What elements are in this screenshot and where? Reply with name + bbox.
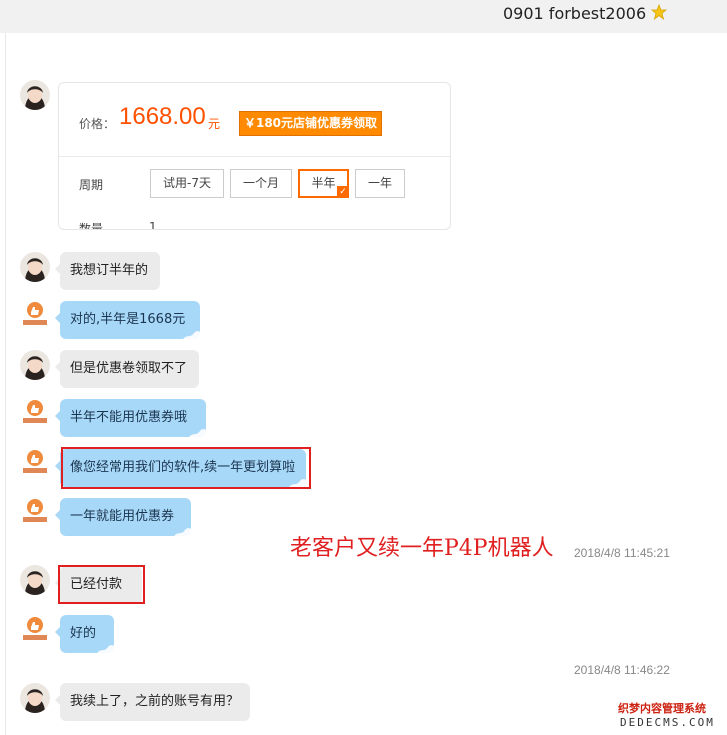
price-unit: 元 <box>208 117 221 131</box>
coupon-button[interactable]: ￥180元店铺优惠券领取 <box>239 111 382 136</box>
highlight-box <box>61 447 311 489</box>
message-bubble: 半年不能用优惠券哦 <box>55 399 208 439</box>
price-value: 1668.00 <box>119 103 206 130</box>
face-icon <box>20 683 50 713</box>
face-icon <box>20 80 50 110</box>
message-bubble: 我续上了，之前的账号有用？ <box>55 683 250 721</box>
message-bubble: 一年就能用优惠券 <box>55 498 193 538</box>
timestamp: 2018/4/8 11:45:21 <box>574 546 670 560</box>
thumbs-up-logo-icon <box>23 499 47 522</box>
thumbs-up-logo-icon <box>23 450 47 473</box>
message-bubble: 但是优惠卷领取不了 <box>55 350 199 388</box>
highlight-box <box>58 565 145 604</box>
price-label: 价格： <box>79 117 116 131</box>
thumbs-up-logo-icon <box>23 302 47 325</box>
message-bubble: 对的,半年是1668元 <box>55 301 202 341</box>
customer-avatar[interactable] <box>20 683 50 713</box>
message-text: 但是优惠卷领取不了 <box>70 361 188 376</box>
period-option-trial[interactable]: 试用-7天 <box>150 169 224 198</box>
top-bar: 0901 forbest2006 <box>0 0 727 33</box>
period-option-half-year-label: 半年 <box>311 176 336 190</box>
message-bubble: 我想订半年的 <box>55 252 160 290</box>
message-bubble: 好的 <box>55 615 116 655</box>
message-text: 半年不能用优惠券哦 <box>70 410 188 425</box>
customer-avatar[interactable] <box>20 80 50 110</box>
seller-avatar[interactable] <box>20 300 50 330</box>
contact-name[interactable]: 0901 forbest2006 <box>503 4 646 23</box>
face-icon <box>20 565 50 595</box>
timestamp: 2018/4/8 11:46:22 <box>574 663 670 677</box>
product-card: 价格： 1668.00 元 ￥180元店铺优惠券领取 周期 试用-7天 一个月 … <box>58 82 451 230</box>
seller-avatar[interactable] <box>20 398 50 428</box>
watermark-title: 织梦内容管理系统 <box>618 702 706 715</box>
seller-avatar[interactable] <box>20 497 50 527</box>
message-text: 对的,半年是1668元 <box>70 312 186 327</box>
wave-decoration-icon <box>182 331 202 341</box>
period-option-half-year[interactable]: 半年 ✓ <box>298 169 349 198</box>
face-icon <box>20 252 50 282</box>
wave-decoration-icon <box>173 528 193 538</box>
watermark-url: DEDECMS.COM <box>620 716 715 729</box>
seller-avatar[interactable] <box>20 448 50 478</box>
face-icon <box>20 350 50 380</box>
period-option-year[interactable]: 一年 <box>355 169 405 198</box>
message-text: 一年就能用优惠券 <box>70 509 175 524</box>
card-divider <box>59 156 450 157</box>
seller-avatar[interactable] <box>20 615 50 645</box>
period-label: 周期 <box>79 178 104 192</box>
thumbs-up-logo-icon <box>23 400 47 423</box>
quantity-value: 1 <box>149 220 157 230</box>
customer-avatar[interactable] <box>20 252 50 282</box>
message-text: 我想订半年的 <box>70 263 149 278</box>
wave-decoration-icon <box>96 645 116 655</box>
period-option-month[interactable]: 一个月 <box>230 169 292 198</box>
watermark: 织梦内容管理系统 DEDECMS.COM <box>614 699 727 735</box>
thumbs-up-logo-icon <box>23 617 47 640</box>
quantity-label: 数量 <box>79 222 104 230</box>
wave-decoration-icon <box>188 429 208 439</box>
customer-avatar[interactable] <box>20 565 50 595</box>
message-text: 我续上了，之前的账号有用？ <box>70 694 240 709</box>
customer-avatar[interactable] <box>20 350 50 380</box>
annotation-text: 老客户又续一年P4P机器人 <box>290 536 554 561</box>
star-icon[interactable] <box>651 4 667 20</box>
message-text: 好的 <box>70 626 97 641</box>
check-icon: ✓ <box>337 186 349 198</box>
